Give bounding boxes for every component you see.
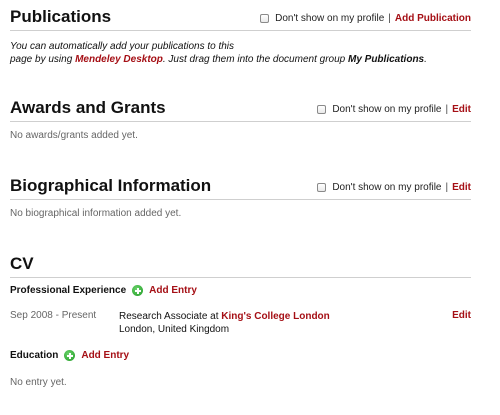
awards-hide-checkbox[interactable]: [317, 105, 327, 114]
bio-title: Biographical Information: [10, 176, 212, 195]
bio-hide-label: Don't show on my profile: [332, 182, 442, 193]
add-education-link[interactable]: Add Entry: [81, 350, 129, 361]
awards-empty-text: No awards/grants added yet.: [10, 130, 138, 141]
intro-text-3: . Just drag them into the document group: [162, 54, 348, 65]
cv-title: CV: [10, 254, 34, 273]
cv-header: CV: [10, 254, 471, 278]
add-publication-link[interactable]: Add Publication: [395, 13, 471, 24]
professional-experience-label: Professional Experience: [10, 285, 127, 296]
awards-hide-label: Don't show on my profile: [332, 104, 442, 115]
intro-text-4: .: [424, 54, 427, 65]
awards-tools: Don't show on my profile | Edit: [317, 104, 471, 115]
experience-edit-link[interactable]: Edit: [452, 310, 471, 321]
awards-edit-link[interactable]: Edit: [452, 104, 471, 115]
intro-text-1: You can automatically add your publicati…: [10, 41, 235, 52]
bio-header: Biographical Information Don't show on m…: [10, 176, 471, 200]
education-label: Education: [10, 350, 59, 361]
publications-intro: You can automatically add your publicati…: [10, 40, 430, 66]
bio-hide-checkbox[interactable]: [317, 183, 327, 192]
experience-dates: Sep 2008 - Present: [10, 310, 97, 321]
awards-header: Awards and Grants Don't show on my profi…: [10, 98, 471, 122]
intro-text-2: page by using: [10, 54, 76, 65]
awards-separator: |: [445, 104, 449, 115]
education-heading: Education Add Entry: [10, 350, 129, 361]
bio-empty-text: No biographical information added yet.: [10, 208, 182, 219]
education-empty-text: No entry yet.: [10, 377, 67, 388]
profile-page: Publications Don't show on my profile | …: [0, 0, 500, 415]
add-experience-plus-icon[interactable]: [132, 285, 144, 296]
awards-title: Awards and Grants: [10, 98, 166, 117]
experience-role: Research Associate at: [119, 311, 222, 322]
publications-tools: Don't show on my profile | Add Publicati…: [260, 13, 471, 24]
professional-experience-heading: Professional Experience Add Entry: [10, 285, 197, 296]
publications-separator: |: [388, 13, 391, 24]
intro-group-name: My Publications: [347, 54, 425, 65]
mendeley-desktop-link[interactable]: Mendeley Desktop: [75, 54, 163, 65]
add-education-plus-icon[interactable]: [64, 350, 76, 361]
experience-location: London, United Kingdom: [119, 324, 230, 335]
add-experience-link[interactable]: Add Entry: [149, 285, 197, 296]
publications-header: Publications Don't show on my profile | …: [10, 7, 471, 31]
experience-organization-link[interactable]: King's College London: [221, 311, 329, 322]
publications-hide-label: Don't show on my profile: [275, 13, 385, 24]
publications-title: Publications: [10, 7, 112, 26]
experience-description: Research Associate at King's College Lon…: [119, 310, 330, 336]
bio-edit-link[interactable]: Edit: [452, 182, 471, 193]
publications-hide-checkbox[interactable]: [260, 14, 270, 23]
bio-tools: Don't show on my profile | Edit: [317, 182, 471, 193]
bio-separator: |: [445, 182, 449, 193]
